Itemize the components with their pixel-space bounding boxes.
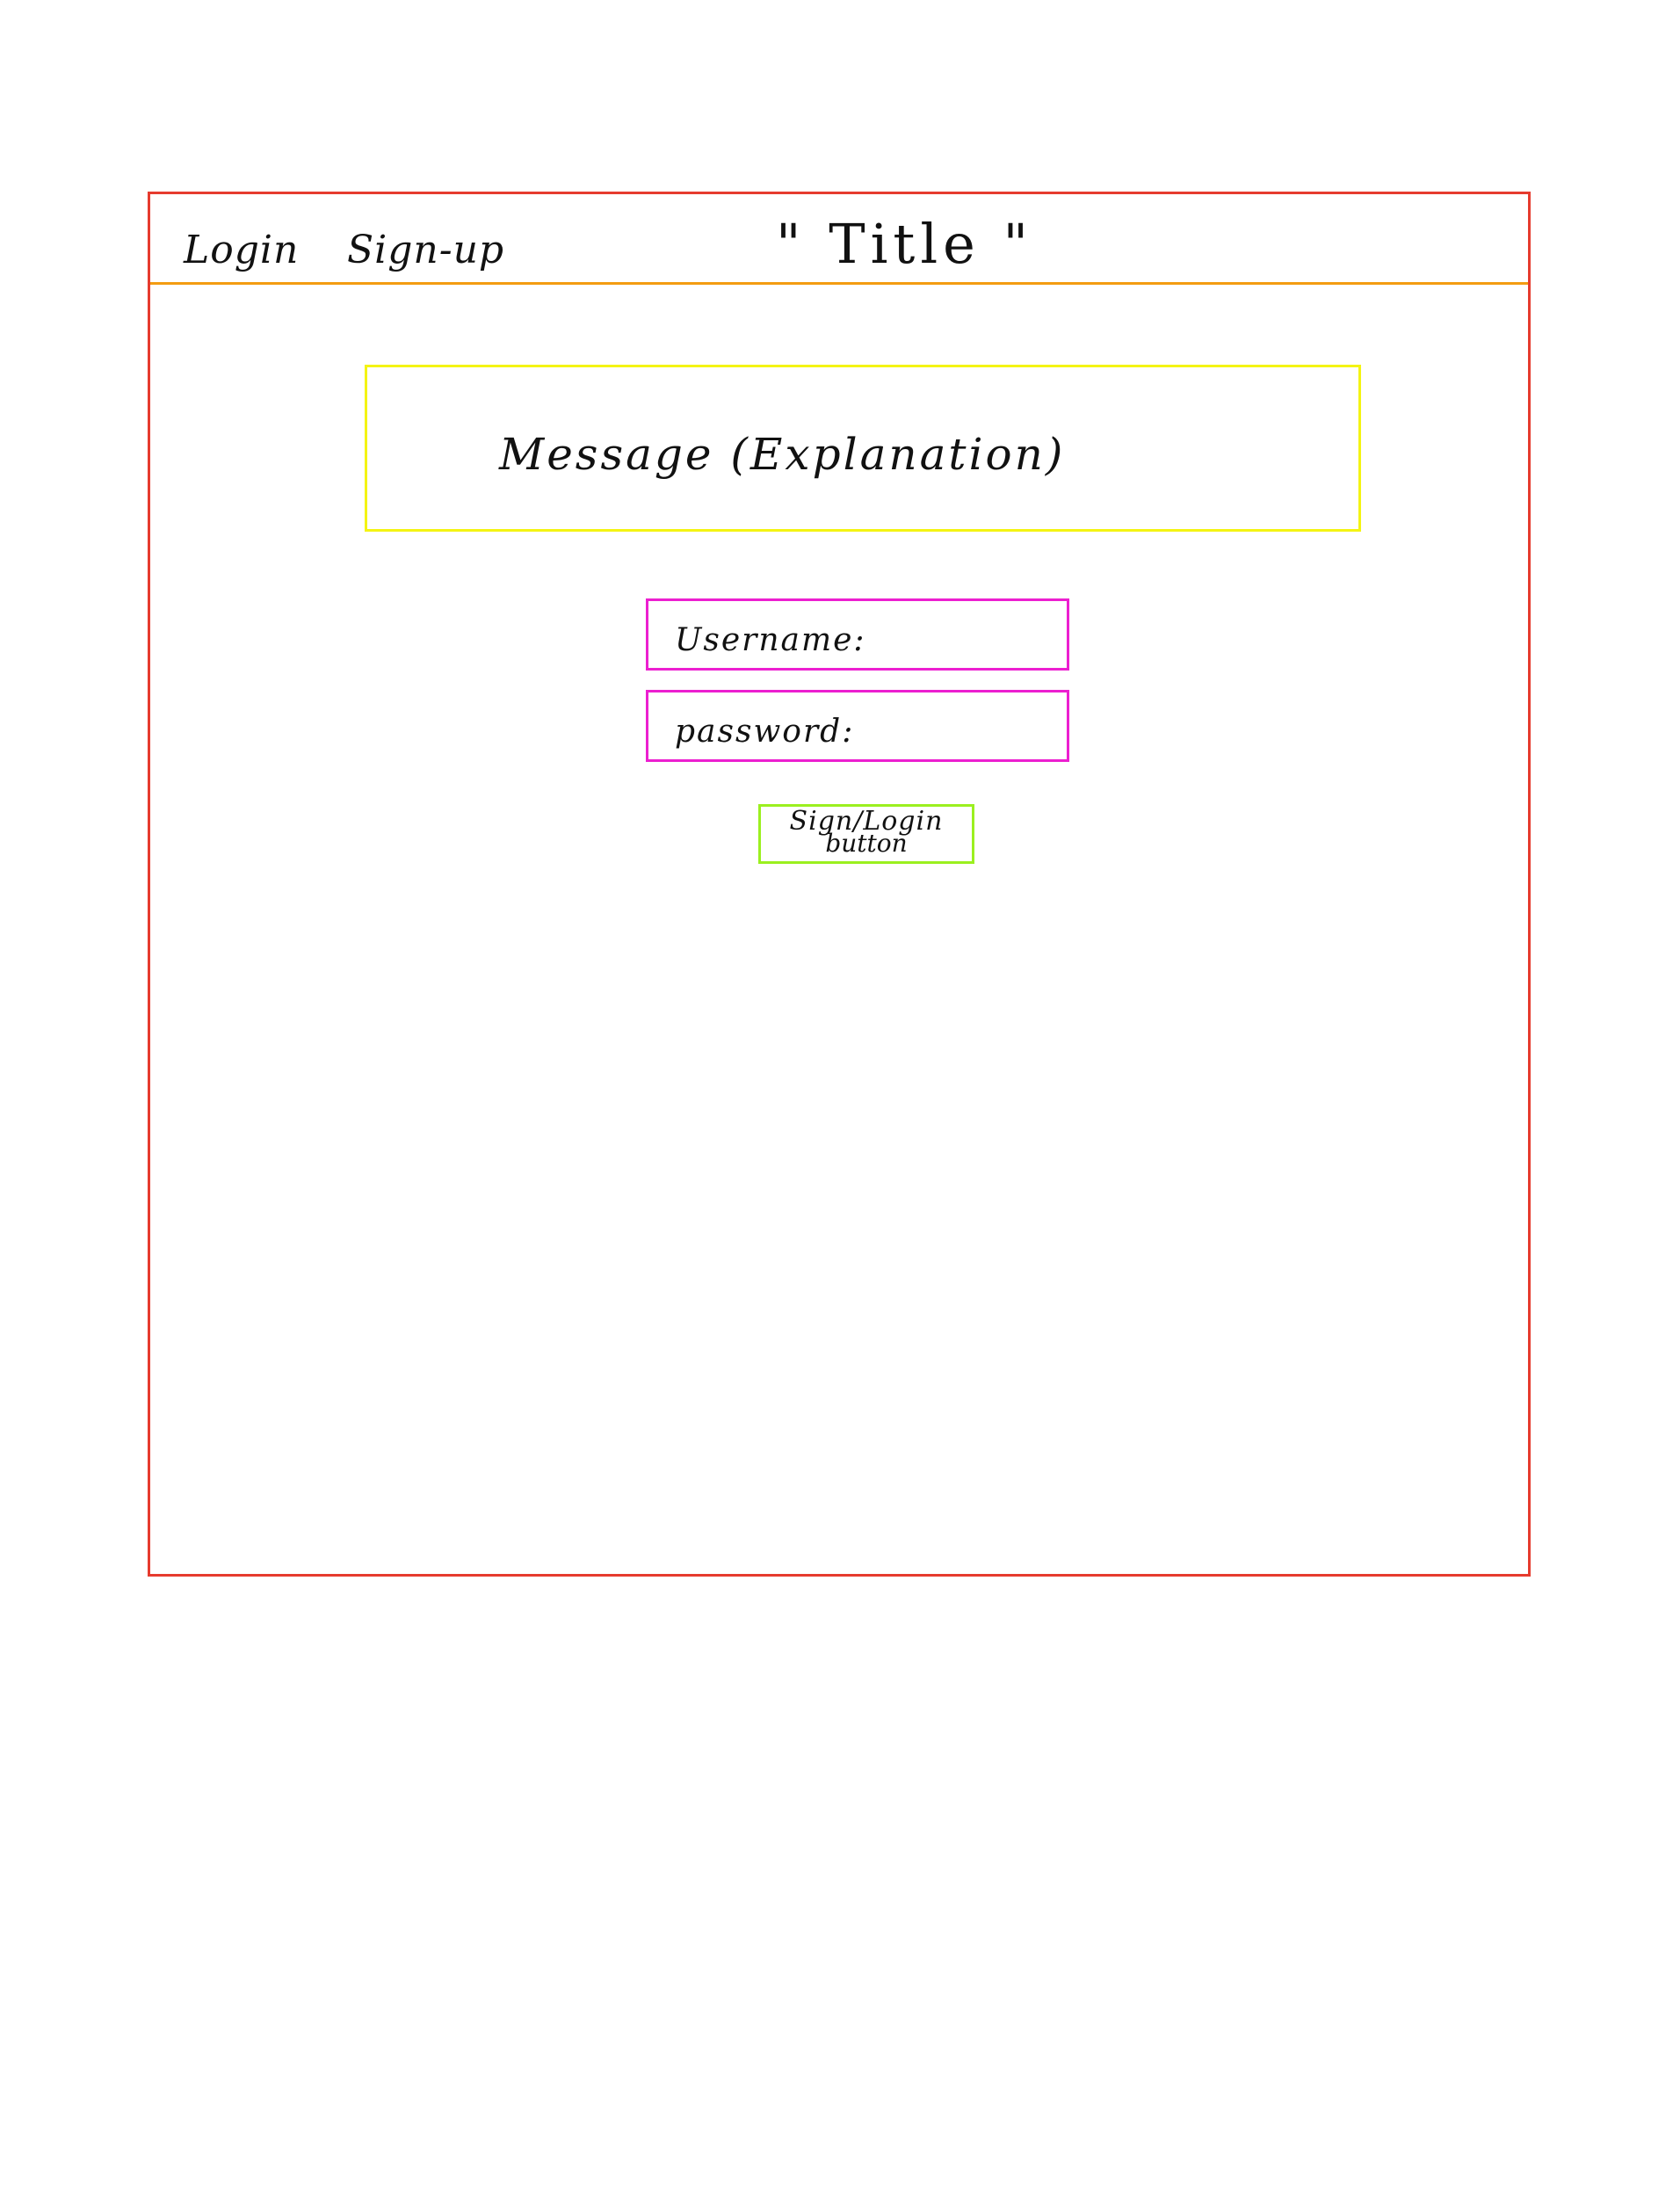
header-divider	[150, 282, 1528, 285]
password-field[interactable]: password:	[646, 690, 1069, 762]
message-box: Message (Explanation)	[365, 365, 1361, 532]
username-label: Username:	[675, 622, 866, 658]
sign-login-button[interactable]: Sign/Login button	[758, 804, 974, 864]
page-frame: Login Sign-up " Title " Message (Explana…	[148, 192, 1531, 1577]
signup-link[interactable]: Sign-up	[347, 228, 504, 272]
page-title: " Title "	[776, 212, 1034, 276]
password-label: password:	[675, 714, 855, 750]
login-link[interactable]: Login	[184, 228, 299, 272]
message-text: Message (Explanation)	[499, 429, 1066, 480]
username-field[interactable]: Username:	[646, 598, 1069, 671]
